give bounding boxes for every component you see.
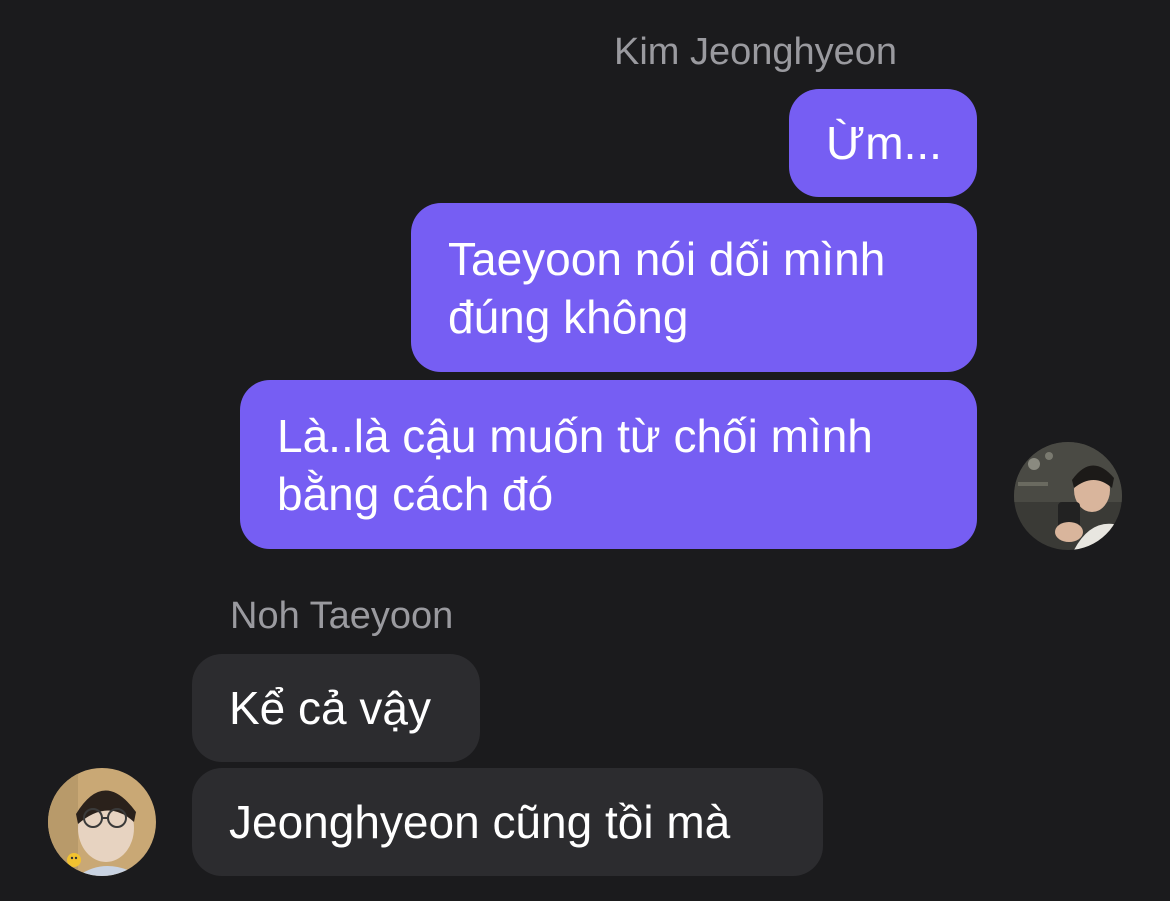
message-text: Ừm...: [826, 117, 942, 169]
message-bubble-outgoing-3[interactable]: Là..là cậu muốn từ chối mình bằng cách đ…: [240, 380, 977, 549]
message-bubble-incoming-1[interactable]: Kể cả vậy: [192, 654, 480, 762]
message-bubble-incoming-2[interactable]: Jeonghyeon cũng tồi mà: [192, 768, 823, 876]
avatar-incoming[interactable]: [48, 768, 156, 876]
incoming-sender-name: Noh Taeyoon: [230, 595, 454, 637]
message-bubble-outgoing-2[interactable]: Taeyoon nói dối mình đúng không: [411, 203, 977, 372]
message-text: Jeonghyeon cũng tồi mà: [229, 796, 731, 848]
profile-photo-icon: [48, 768, 156, 876]
message-text: Kể cả vậy: [229, 682, 431, 734]
message-text: Taeyoon nói dối mình đúng không: [448, 232, 886, 343]
message-bubble-outgoing-1[interactable]: Ừm...: [789, 89, 977, 197]
outgoing-sender-name: Kim Jeonghyeon: [614, 31, 898, 73]
profile-photo-icon: [1014, 442, 1122, 550]
avatar-outgoing[interactable]: [1014, 442, 1122, 550]
message-text: Là..là cậu muốn từ chối mình bằng cách đ…: [277, 409, 873, 520]
